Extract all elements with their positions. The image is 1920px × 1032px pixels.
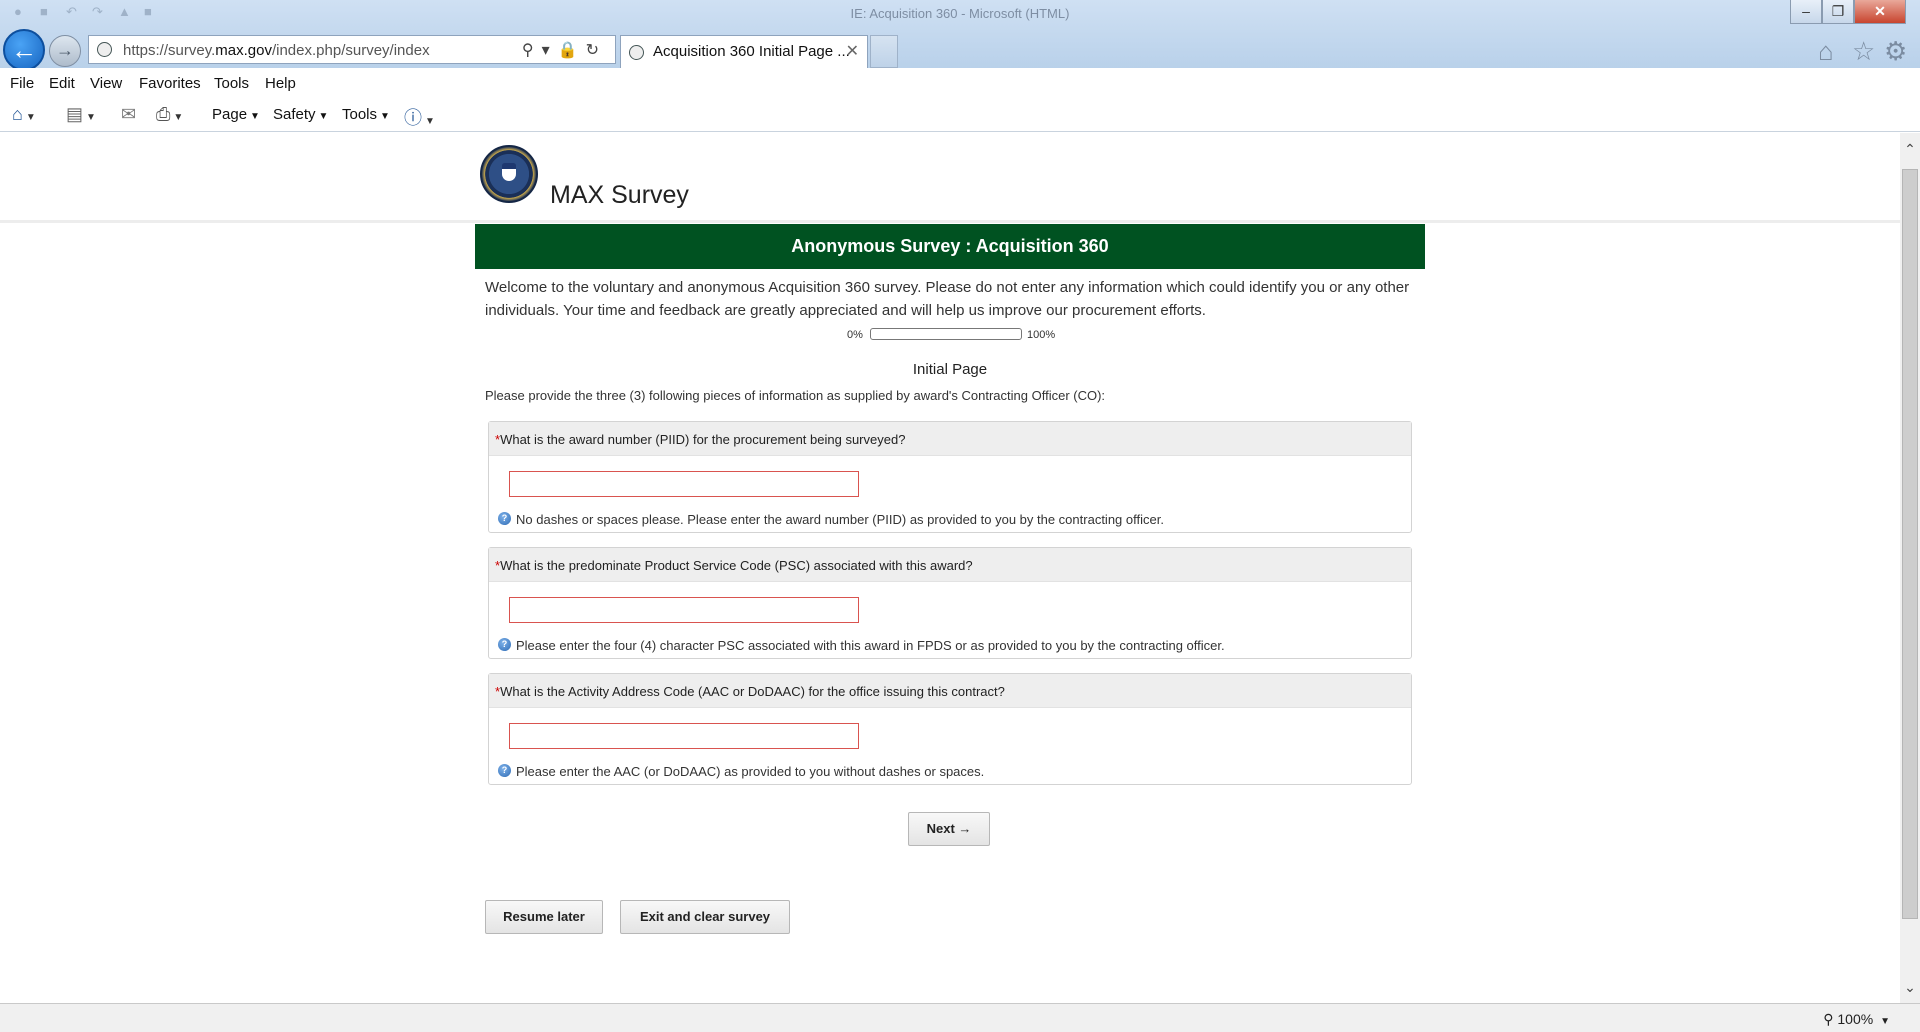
question-aac: *What is the Activity Address Code (AAC … bbox=[488, 673, 1412, 785]
browser-title-bar: IE: Acquisition 360 - Microsoft (HTML) ●… bbox=[0, 0, 1920, 71]
menu-view[interactable]: View bbox=[90, 75, 122, 92]
scroll-down-icon[interactable]: ⌄ bbox=[1900, 979, 1920, 999]
question-text: *What is the award number (PIID) for the… bbox=[495, 432, 906, 447]
tab-close-icon[interactable]: ✕ bbox=[846, 41, 859, 61]
menu-help[interactable]: Help bbox=[265, 75, 296, 92]
tools-menu[interactable]: Tools ▼ bbox=[342, 106, 390, 123]
resume-later-button[interactable]: Resume later bbox=[485, 900, 603, 934]
tab-active[interactable]: Acquisition 360 Initial Page ... ✕ bbox=[620, 35, 868, 68]
menu-file[interactable]: File bbox=[10, 75, 34, 92]
quick-access-icon[interactable]: ● bbox=[14, 4, 22, 19]
zoom-magnifier-icon: ⚲ bbox=[1823, 1011, 1834, 1027]
status-bar: ⚲ 100% ▼ bbox=[0, 1003, 1920, 1032]
help-text: Please enter the four (4) character PSC … bbox=[516, 638, 1225, 653]
menu-bar: File Edit View Favorites Tools Help bbox=[0, 68, 1920, 98]
tab-favicon-icon bbox=[629, 45, 644, 60]
question-piid: *What is the award number (PIID) for the… bbox=[488, 421, 1412, 533]
feeds-icon[interactable]: ▤ ▼ bbox=[66, 104, 96, 125]
site-title: MAX Survey bbox=[550, 181, 689, 209]
close-window-button[interactable]: ✕ bbox=[1854, 0, 1906, 24]
settings-gear-icon[interactable]: ⚙ bbox=[1884, 36, 1907, 67]
redo-icon[interactable]: ↷ bbox=[92, 4, 103, 20]
progress-min-label: 0% bbox=[847, 329, 863, 341]
psc-input[interactable] bbox=[509, 597, 859, 623]
exit-clear-survey-button[interactable]: Exit and clear survey bbox=[620, 900, 790, 934]
help-icon[interactable]: ⓘ ▼ bbox=[404, 104, 435, 130]
forward-button[interactable]: → bbox=[49, 35, 81, 67]
question-header: *What is the predominate Product Service… bbox=[489, 548, 1411, 582]
question-psc: *What is the predominate Product Service… bbox=[488, 547, 1412, 659]
progress-max-label: 100% bbox=[1027, 329, 1056, 341]
question-text: *What is the predominate Product Service… bbox=[495, 558, 973, 573]
save-icon[interactable]: ■ bbox=[40, 4, 48, 19]
address-bar[interactable]: https://survey.max.gov/index.php/survey/… bbox=[88, 35, 616, 64]
info-icon: ? bbox=[498, 512, 511, 525]
welcome-text: Welcome to the voluntary and anonymous A… bbox=[485, 279, 1410, 319]
new-tab-button[interactable] bbox=[870, 35, 898, 68]
mail-icon[interactable]: ✉ bbox=[121, 104, 136, 125]
command-bar: ⌂ ▼ ▤ ▼ ✉ ⎙ ▼ Page ▼ Safety ▼ Tools ▼ ⓘ ▼ bbox=[0, 98, 1920, 132]
question-header: *What is the Activity Address Code (AAC … bbox=[489, 674, 1411, 708]
survey-header: Anonymous Survey : Acquisition 360 bbox=[475, 224, 1425, 269]
menu-favorites[interactable]: Favorites bbox=[139, 75, 201, 92]
site-header: MAX Survey bbox=[0, 133, 1900, 223]
lock-icon[interactable]: ■ bbox=[144, 4, 152, 19]
favorites-star-icon[interactable]: ☆ bbox=[1852, 36, 1875, 67]
search-icon[interactable]: ⚲ bbox=[522, 42, 542, 59]
vertical-scrollbar[interactable]: ⌃ ⌄ bbox=[1900, 133, 1920, 1003]
pin-icon[interactable]: ▲ bbox=[118, 4, 131, 19]
government-seal-logo bbox=[480, 145, 538, 203]
piid-input[interactable] bbox=[509, 471, 859, 497]
print-icon[interactable]: ⎙ ▼ bbox=[156, 104, 183, 125]
scroll-up-icon[interactable]: ⌃ bbox=[1900, 141, 1920, 161]
help-text: Please enter the AAC (or DoDAAC) as prov… bbox=[516, 764, 985, 779]
home-icon[interactable]: ⌂ bbox=[1818, 36, 1834, 67]
page-menu[interactable]: Page ▼ bbox=[212, 106, 260, 123]
instructions-text: Please provide the three (3) following p… bbox=[485, 388, 1106, 403]
tab-title: Acquisition 360 Initial Page ... bbox=[653, 43, 850, 60]
home-cmd-icon[interactable]: ⌂ ▼ bbox=[12, 104, 36, 125]
info-icon: ? bbox=[498, 764, 511, 777]
site-favicon-icon bbox=[97, 42, 112, 57]
menu-edit[interactable]: Edit bbox=[49, 75, 75, 92]
page-viewport: MAX Survey Anonymous Survey : Acquisitio… bbox=[0, 133, 1900, 1003]
refresh-icon[interactable]: ↻ bbox=[586, 42, 607, 59]
address-url[interactable]: https://survey.max.gov/index.php/survey/… bbox=[123, 42, 430, 59]
question-header: *What is the award number (PIID) for the… bbox=[489, 422, 1411, 456]
safety-menu[interactable]: Safety ▼ bbox=[273, 106, 328, 123]
address-tools: ⚲▾🔒↻ bbox=[522, 40, 607, 60]
aac-input[interactable] bbox=[509, 723, 859, 749]
question-text: *What is the Activity Address Code (AAC … bbox=[495, 684, 1005, 699]
page-name: Initial Page bbox=[912, 361, 988, 378]
window-title: IE: Acquisition 360 - Microsoft (HTML) bbox=[850, 6, 1070, 21]
progress-bar bbox=[870, 328, 1022, 340]
next-button[interactable]: Next → bbox=[908, 812, 990, 846]
back-button[interactable]: ← bbox=[3, 29, 45, 71]
padlock-icon[interactable]: 🔒 bbox=[558, 42, 586, 59]
minimize-button[interactable]: – bbox=[1790, 0, 1822, 24]
zoom-level[interactable]: ⚲ 100% ▼ bbox=[1823, 1011, 1890, 1028]
help-text: No dashes or spaces please. Please enter… bbox=[516, 512, 1164, 527]
scroll-thumb[interactable] bbox=[1902, 169, 1918, 919]
undo-icon[interactable]: ↶ bbox=[66, 4, 77, 20]
dropdown-caret-icon[interactable]: ▾ bbox=[542, 42, 558, 59]
menu-tools[interactable]: Tools bbox=[214, 75, 249, 92]
info-icon: ? bbox=[498, 638, 511, 651]
restore-button[interactable]: ❐ bbox=[1822, 0, 1854, 24]
